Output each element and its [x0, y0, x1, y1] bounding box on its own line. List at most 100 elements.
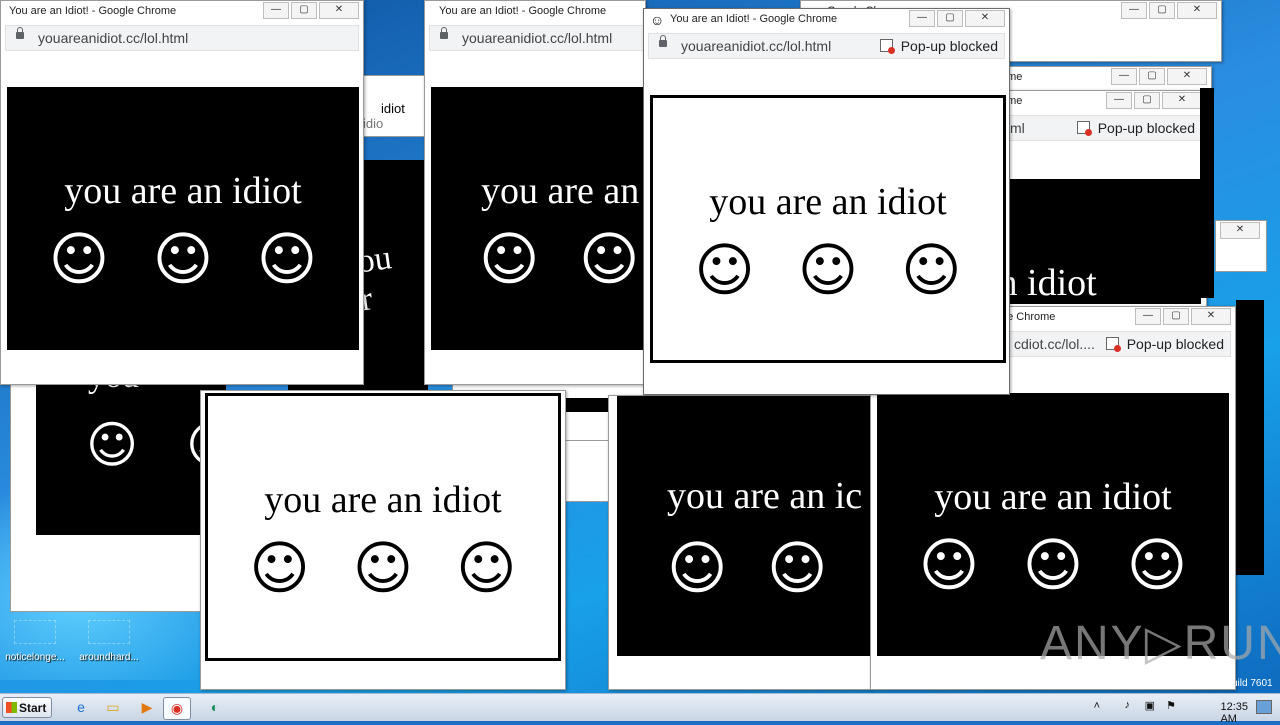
close-button[interactable]: ✕ [1167, 68, 1207, 85]
address-bar[interactable]: youareanidiot.cc/lol.html [5, 25, 359, 51]
idiot-panel: you are an ic ☺ ☺ [617, 396, 871, 656]
maximize-button[interactable]: ▢ [1163, 308, 1189, 325]
smiley-row: ☺ ☺ ☺ [877, 531, 1229, 599]
browser-window[interactable]: ome —▢✕ ml Pop-up blocked e an idiot [1000, 90, 1207, 307]
url-text: youareanidiot.cc/lol.html [38, 30, 189, 46]
smiley-icon: ☺ [479, 225, 540, 293]
internet-explorer-icon[interactable]: e [68, 697, 94, 718]
maximize-button[interactable]: ▢ [291, 2, 317, 19]
network-icon[interactable]: ▣ [1145, 699, 1155, 712]
window-title: You are an Idiot! - Google Chrome [439, 5, 607, 17]
title-bar[interactable]: ☺ You are an Idiot! - Google Chrome — ▢ ✕ [644, 9, 1009, 31]
minimize-button[interactable]: — [1121, 2, 1147, 19]
idiot-panel: e an idiot [1001, 179, 1201, 304]
url-text: ml [1010, 120, 1025, 136]
phrase-text: you are an idiot [264, 479, 502, 521]
smiley-icon: ☺ [352, 534, 414, 602]
smiley-icon: ☺ [579, 225, 640, 293]
background-strip [1236, 300, 1264, 575]
title-bar[interactable]: You are an Idiot! - Google Chrome [425, 1, 645, 23]
start-button[interactable]: Start [2, 697, 52, 718]
file-icon [14, 620, 56, 644]
smiley-icon: ☺ [86, 416, 139, 474]
smiley-icon: ☺ [249, 534, 310, 602]
background-strip [1200, 88, 1214, 298]
idiot-panel: you are an idiot ☺ ☺ ☺ [205, 393, 561, 661]
smiley-icon: ☺ [256, 225, 318, 293]
close-button[interactable]: ✕ [1177, 2, 1217, 19]
minimize-button[interactable]: — [1135, 308, 1161, 325]
close-button[interactable]: ✕ [965, 10, 1005, 27]
popup-blocked-label: Pop-up blocked [900, 38, 998, 54]
background-title-fragment: idiot [381, 101, 405, 116]
phrase-text: you are an [481, 170, 640, 212]
lock-icon [440, 27, 448, 39]
file-icon [88, 620, 130, 644]
window-title: You are an Idiot! - Google Chrome [9, 5, 177, 17]
background-window-fragment: idiot idio [360, 75, 432, 137]
minimize-button[interactable]: — [1111, 68, 1137, 85]
lock-icon [16, 27, 24, 39]
popup-blocked-indicator[interactable]: Pop-up blocked [879, 38, 998, 54]
desktop-icon-label: noticelonge... [5, 652, 65, 663]
maximize-button[interactable]: ▢ [1149, 2, 1175, 19]
phrase-text: you are an idiot [64, 170, 302, 212]
popup-blocked-indicator[interactable]: Pop-up blocked [1076, 120, 1195, 136]
browser-window[interactable]: You are an Idiot! - Google Chrome youare… [424, 0, 646, 385]
windows-build-text: uild 7601 [1232, 678, 1273, 689]
minimize-button[interactable]: — [1106, 92, 1132, 109]
smiley-icon: ☺ [694, 236, 755, 304]
chrome-icon[interactable]: ◉ [163, 697, 191, 720]
url-text: youareanidiot.cc/lol.html [462, 30, 613, 46]
idiot-panel: you are an idiot ☺ ☺ ☺ [650, 95, 1006, 363]
browser-window[interactable]: You are an Idiot! - Google Chrome — ▢ ✕ yo… [0, 0, 364, 385]
smiley-favicon-icon: ☺ [650, 12, 665, 28]
browser-window[interactable]: ome — ▢ ✕ [1000, 66, 1212, 92]
window-title: You are an Idiot! - Google Chrome [670, 13, 838, 25]
volume-icon[interactable]: ♪ [1125, 699, 1131, 711]
address-bar[interactable]: youareanidiot.cc/lol.html Pop-up blocked [648, 33, 1005, 59]
smiley-icon: ☺ [152, 225, 214, 293]
close-button[interactable]: ✕ [319, 2, 359, 19]
smiley-row: ☺ ☺ ☺ [7, 225, 359, 293]
idiot-panel: you are an idiot ☺ ☺ ☺ [7, 87, 359, 350]
smiley-icon: ☺ [918, 531, 980, 599]
popup-blocked-indicator[interactable]: Pop-up blocked [1105, 336, 1224, 352]
browser-window[interactable]: you are an ic ☺ ☺ [608, 395, 872, 690]
address-bar[interactable]: ml Pop-up blocked [1001, 115, 1202, 141]
browser-window[interactable]: you are an idiot ☺ ☺ ☺ [200, 390, 566, 690]
show-desktop-icon[interactable] [1256, 700, 1272, 714]
close-button[interactable]: ✕ [1162, 92, 1202, 109]
show-hidden-icons-icon[interactable]: ˄ [1094, 700, 1100, 712]
desktop-icon-1[interactable]: noticelonge... [0, 620, 70, 663]
active-browser-window[interactable]: ☺ You are an Idiot! - Google Chrome — ▢ ✕ … [643, 8, 1010, 395]
desktop-icon-label: aroundhard... [79, 652, 139, 663]
close-button[interactable]: ✕ [1191, 308, 1231, 325]
address-bar[interactable]: youareanidiot.cc/lol.html [429, 25, 645, 51]
maximize-button[interactable]: ▢ [1134, 92, 1160, 109]
smiley-icon: ☺ [456, 534, 517, 602]
url-text: cdiot.cc/lol.... [1014, 336, 1095, 352]
close-button[interactable]: ✕ [1220, 222, 1260, 239]
desktop: noticelonge... aroundhard... you ☺ ☺ idi… [0, 0, 1280, 693]
clock-time[interactable]: 12:35 AM [1220, 701, 1248, 725]
minimize-button[interactable]: — [263, 2, 289, 19]
maximize-button[interactable]: ▢ [1139, 68, 1165, 85]
edge-icon[interactable]: ◐ [202, 697, 228, 718]
smiley-icon: ☺ [797, 236, 859, 304]
maximize-button[interactable]: ▢ [937, 10, 963, 27]
flag-icon[interactable]: ⚑ [1166, 699, 1176, 712]
taskbar: Start e ▭ ▶ ◉ ◐ ˄ ♪ ▣ ⚑ 12:35 AM [0, 693, 1280, 725]
lock-icon [659, 35, 667, 47]
phrase-text: you are an idiot [709, 181, 947, 223]
smiley-icon: ☺ [48, 225, 110, 293]
minimize-button[interactable]: — [909, 10, 935, 27]
title-bar[interactable]: You are an Idiot! - Google Chrome — ▢ ✕ [1, 1, 363, 23]
media-player-icon[interactable]: ▶ [134, 697, 160, 718]
smiley-icon: ☺ [1126, 531, 1188, 599]
popup-blocked-label: Pop-up blocked [1097, 120, 1195, 136]
smiley-row: ☺ ☺ ☺ [208, 534, 558, 602]
folder-icon[interactable]: ▭ [100, 697, 126, 718]
smiley-icon: ☺ [667, 534, 728, 602]
desktop-icon-2[interactable]: aroundhard... [74, 620, 144, 663]
